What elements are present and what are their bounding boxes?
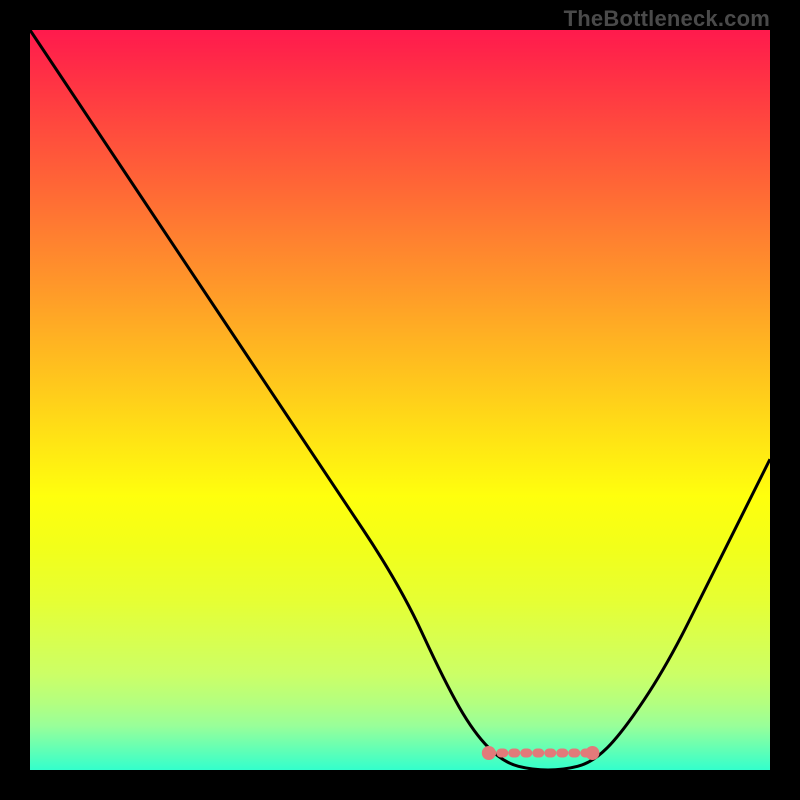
attribution-text: TheBottleneck.com	[564, 6, 770, 32]
chart-container: TheBottleneck.com	[0, 0, 800, 800]
flat-region-marker	[482, 746, 496, 760]
flat-region-marker	[585, 746, 599, 760]
bottleneck-curve	[30, 30, 770, 770]
plot-area	[30, 30, 770, 770]
curve-path	[30, 30, 770, 770]
